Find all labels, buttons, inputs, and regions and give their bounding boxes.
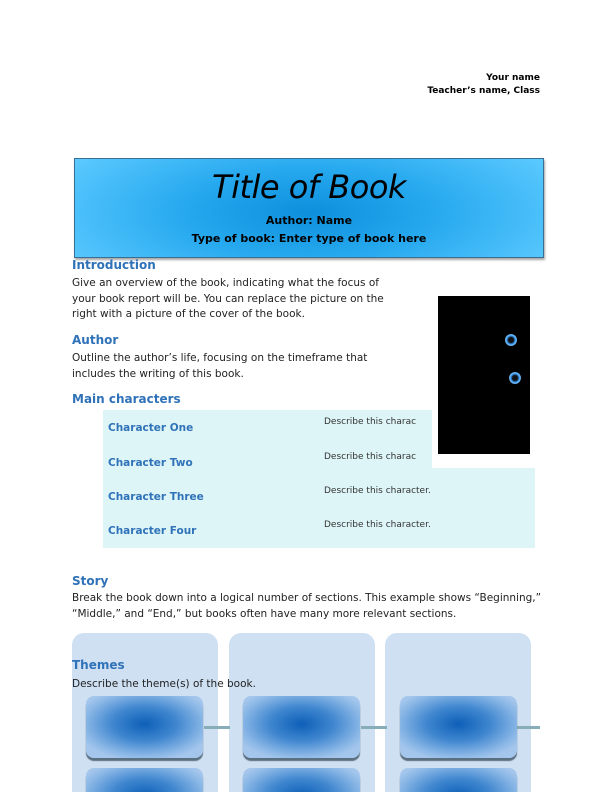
story-text: Break the book down into a logical numbe… xyxy=(72,591,541,622)
author-line: Author: Name xyxy=(265,214,353,227)
introduction-text: Give an overview of the book, indicating… xyxy=(72,276,384,323)
character-name: Character Two xyxy=(108,457,193,469)
author-heading: Author xyxy=(72,333,119,347)
introduction-line: right with a picture of the cover of the… xyxy=(72,308,305,320)
character-row: Character Four Describe this character. xyxy=(103,513,535,547)
story-connector xyxy=(361,726,387,729)
document-page: Your name Teacher’s name, Class Title of… xyxy=(0,0,612,792)
story-tile[interactable] xyxy=(86,696,203,758)
author-line: Outline the author’s life, focusing on t… xyxy=(72,352,368,364)
character-description: Describe this charac xyxy=(324,417,417,427)
your-name: Your name xyxy=(486,73,540,83)
story-connector xyxy=(517,726,540,729)
teacher-class: Teacher’s name, Class xyxy=(427,86,540,96)
story-tile[interactable] xyxy=(243,768,360,792)
cover-image xyxy=(438,296,530,454)
book-cover-picture[interactable] xyxy=(432,290,535,468)
character-description: Describe this charac xyxy=(324,452,417,462)
story-heading: Story xyxy=(72,574,109,588)
story-tile[interactable] xyxy=(400,696,517,758)
story-line: “Middle,” and “End,” but books often hav… xyxy=(72,607,457,620)
story-connector xyxy=(204,726,230,729)
main-characters-heading: Main characters xyxy=(72,392,181,406)
story-line: Break the book down into a logical numbe… xyxy=(72,592,542,604)
character-description: Describe this character. xyxy=(324,520,431,530)
type-of-book-line: Type of book: Enter type of book here xyxy=(191,232,427,245)
title-banner: Title of Book Author: Name Type of book:… xyxy=(74,158,544,258)
story-tile[interactable] xyxy=(400,768,517,792)
introduction-line: Give an overview of the book, indicating… xyxy=(72,277,379,289)
character-name: Character Three xyxy=(108,491,204,503)
introduction-line: your book report will be. You can replac… xyxy=(72,292,384,305)
introduction-heading: Introduction xyxy=(72,258,156,272)
character-description: Describe this character. xyxy=(324,486,431,496)
book-title: Title of Book xyxy=(212,168,406,206)
character-name: Character Four xyxy=(108,525,197,537)
author-line: includes the writing of this book. xyxy=(72,367,244,380)
character-name: Character One xyxy=(108,422,194,434)
story-tile[interactable] xyxy=(243,696,360,758)
themes-text: Describe the theme(s) of the book. xyxy=(72,678,256,690)
cover-light-dot xyxy=(509,372,521,384)
character-row: Character Three Describe this character. xyxy=(103,479,535,513)
themes-heading: Themes xyxy=(72,658,125,672)
header-block: Your name Teacher’s name, Class xyxy=(427,72,540,98)
cover-light-dot xyxy=(505,334,517,346)
author-text: Outline the author’s life, focusing on t… xyxy=(72,351,367,382)
story-tile[interactable] xyxy=(86,768,203,792)
